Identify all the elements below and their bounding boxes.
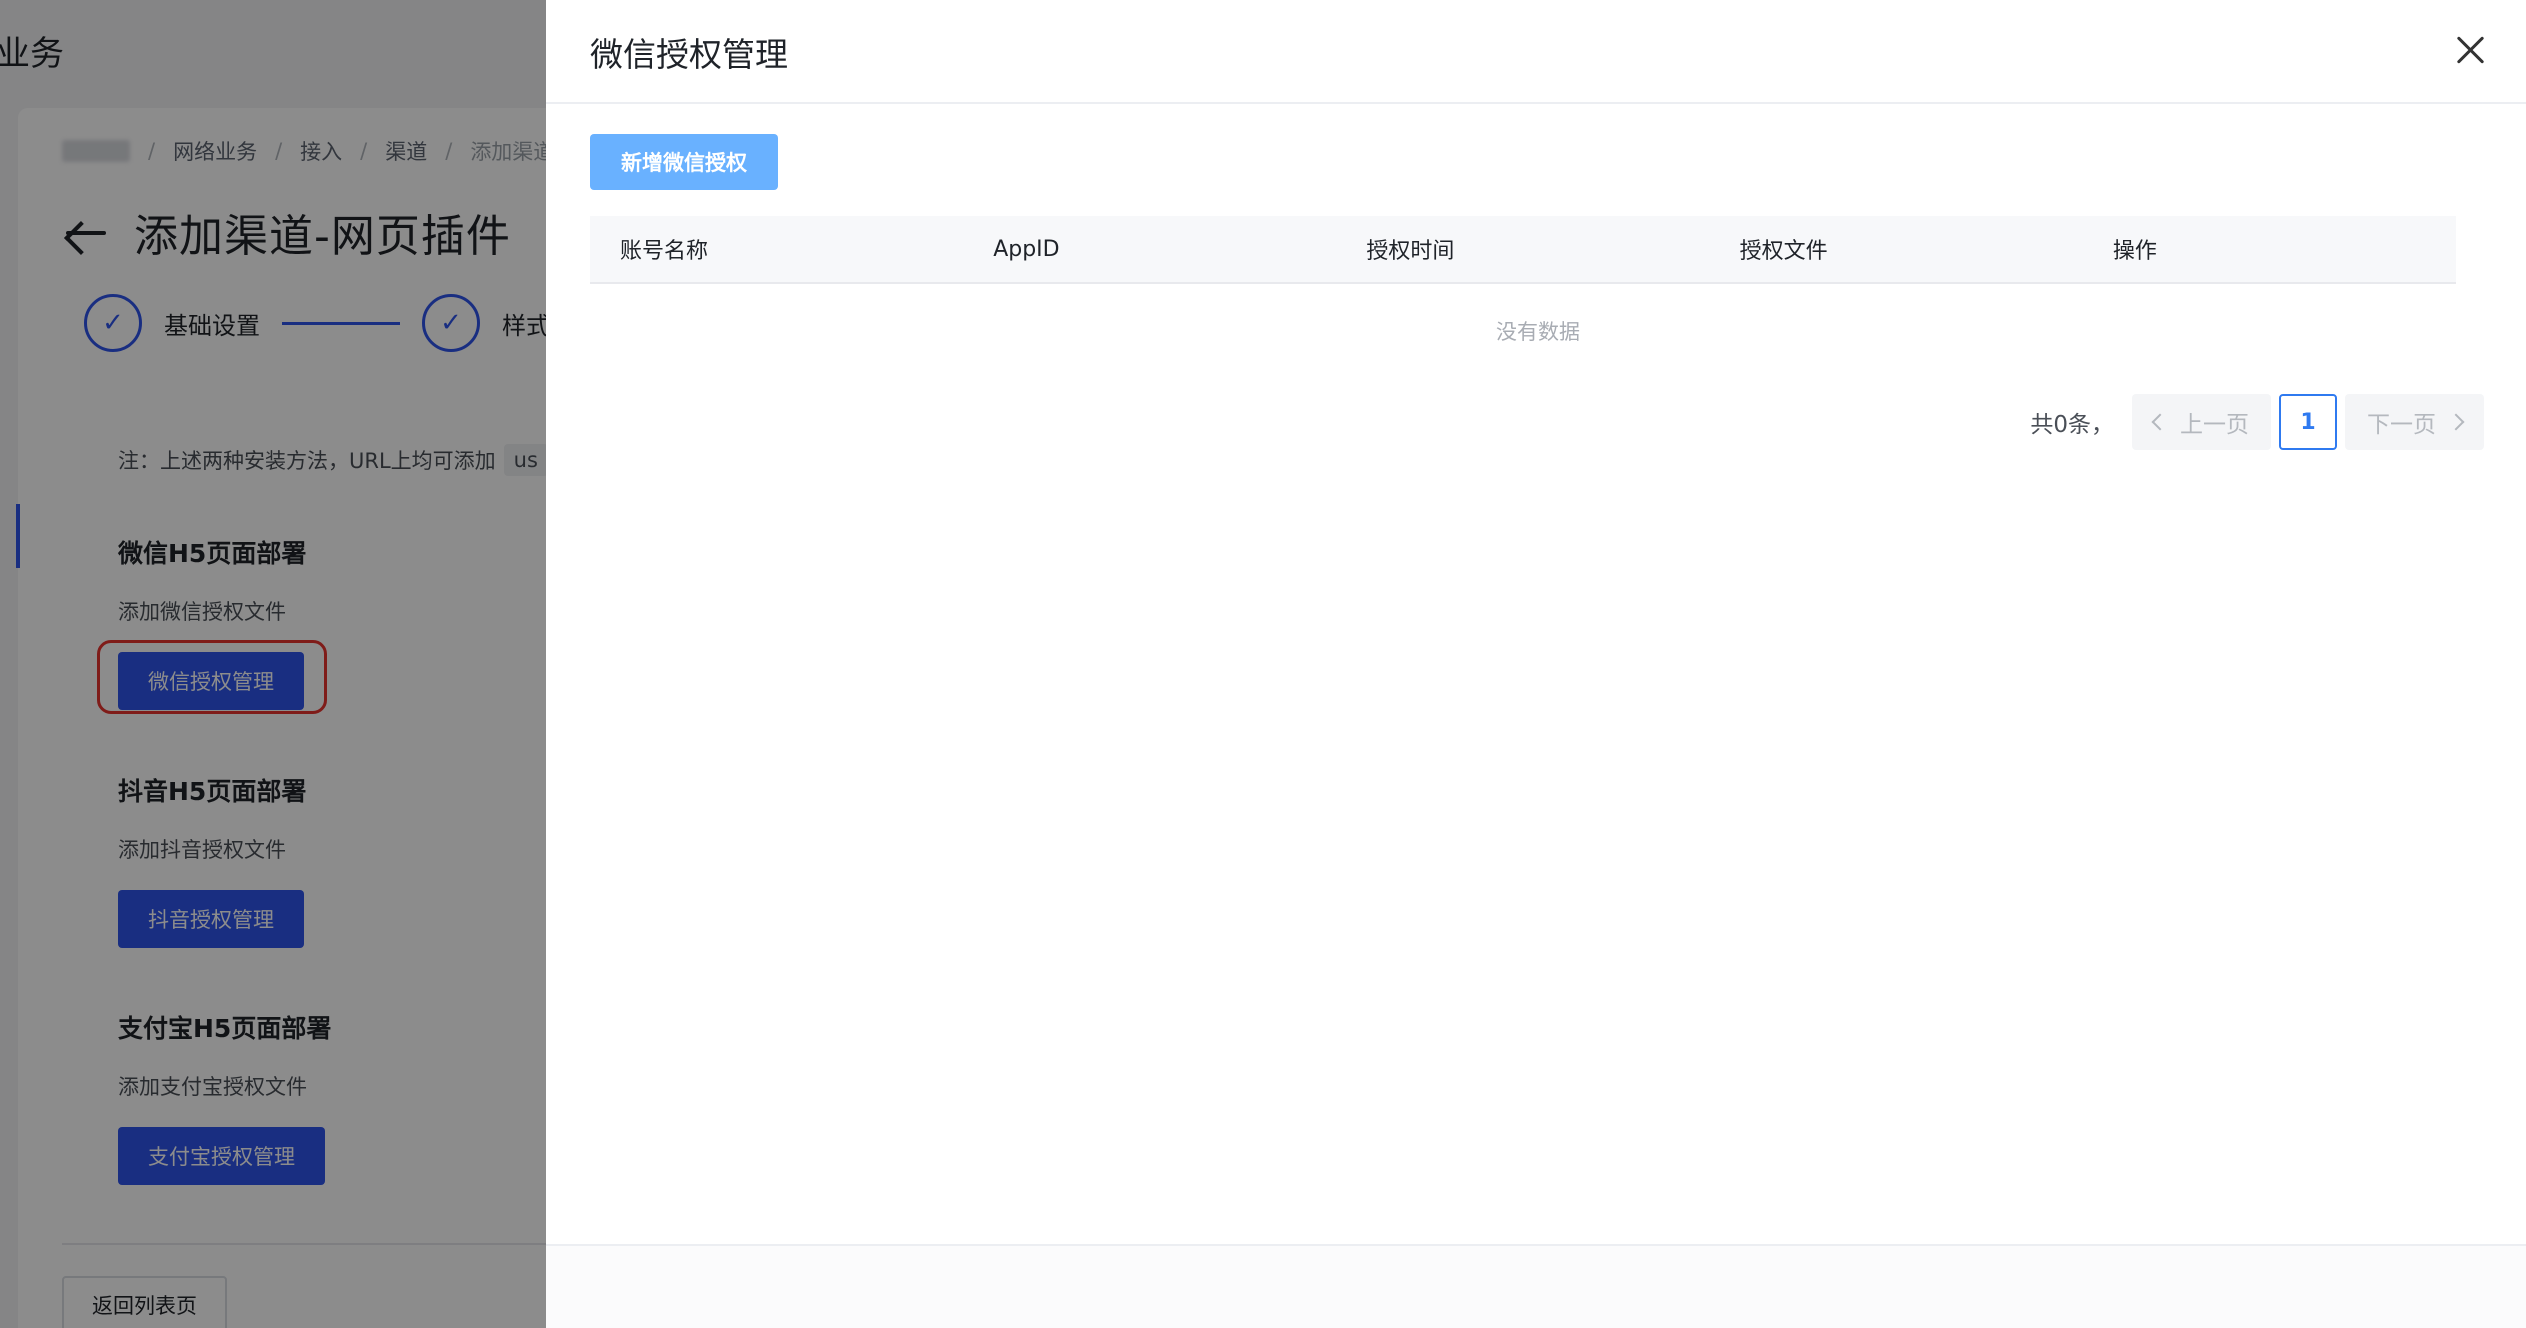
drawer-footer: [546, 1246, 2526, 1328]
column-header: 账号名称: [620, 239, 709, 264]
table-header: 账号名称 AppID 授权时间 授权文件 操作: [590, 216, 2456, 284]
prev-page-label: 上一页: [2180, 412, 2249, 438]
column-header: 授权时间: [1366, 239, 1455, 264]
pagination: 共0条， 上一页 1 下一页: [2030, 394, 2484, 450]
next-page-label: 下一页: [2367, 412, 2436, 438]
pagination-total: 共0条，: [2030, 412, 2114, 438]
empty-state: 没有数据: [1496, 320, 1580, 344]
page-number[interactable]: 1: [2279, 394, 2337, 450]
column-header: 操作: [2112, 239, 2157, 264]
column-header: 授权文件: [1739, 239, 1828, 264]
chevron-left-icon: [2151, 413, 2169, 431]
prev-page-button[interactable]: 上一页: [2132, 394, 2271, 450]
chevron-right-icon: [2447, 413, 2465, 431]
wechat-auth-drawer: 微信授权管理 新增微信授权 账号名称 AppID 授权时间 授权文件 操作 没有…: [546, 0, 2526, 1328]
add-wechat-auth-button[interactable]: 新增微信授权: [590, 134, 778, 190]
column-header: AppID: [993, 236, 1060, 262]
next-page-button[interactable]: 下一页: [2345, 394, 2484, 450]
auth-table: 账号名称 AppID 授权时间 授权文件 操作 没有数据: [590, 216, 2486, 346]
drawer-title: 微信授权管理: [590, 35, 788, 74]
drawer-header: 微信授权管理: [546, 0, 2526, 104]
close-icon[interactable]: [2454, 34, 2486, 66]
modal-mask[interactable]: [0, 0, 546, 1328]
